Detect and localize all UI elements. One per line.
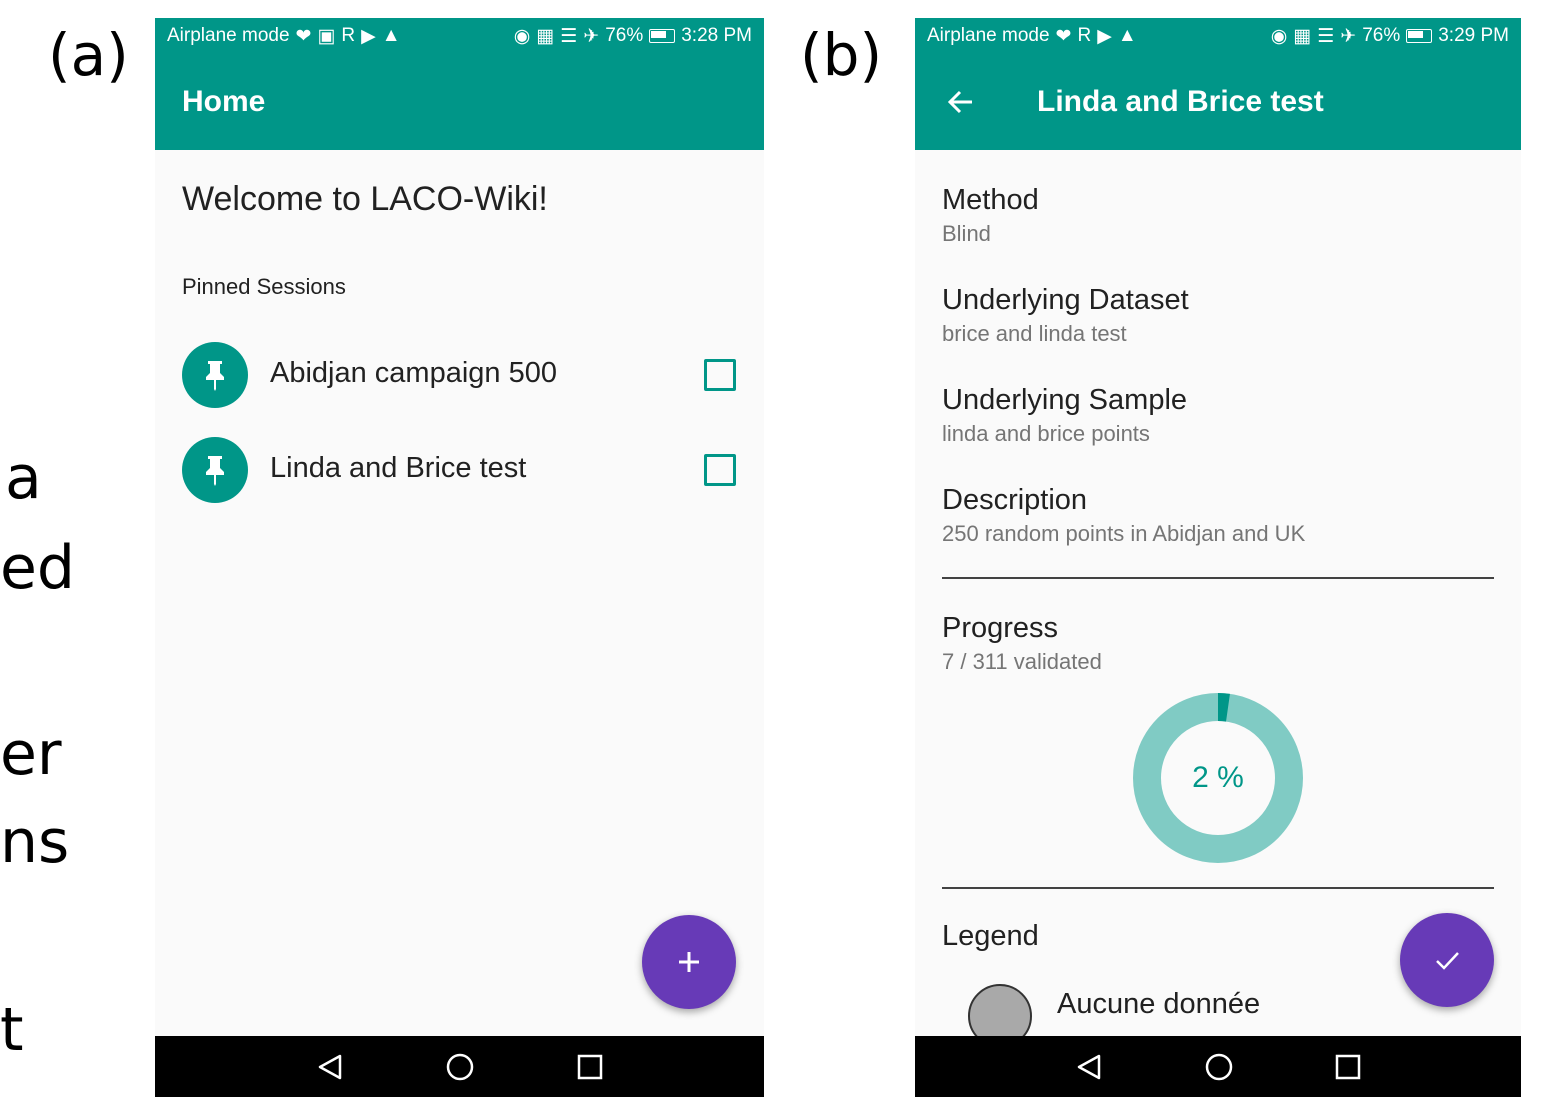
background-text-fragment: t <box>0 995 24 1065</box>
background-text-fragment: er <box>0 719 62 789</box>
heart-icon: ❤ <box>1055 25 1072 47</box>
system-nav-bar <box>915 1036 1521 1097</box>
notification-icon: ▲ <box>1117 25 1137 46</box>
session-label: Linda and Brice test <box>270 452 527 484</box>
session-label: Abidjan campaign 500 <box>270 357 557 389</box>
plus-icon <box>679 952 699 972</box>
heart-icon: ❤ <box>295 25 312 47</box>
back-triangle-icon[interactable] <box>316 1053 344 1081</box>
battery-percent: 76% <box>1362 25 1401 46</box>
field-label: Description <box>942 484 1088 516</box>
progress-field: Progress 7 / 311 validated <box>942 612 1102 675</box>
field-value: Blind <box>942 221 991 246</box>
vibrate-icon: ▦ <box>536 25 555 47</box>
phone-screen-home: Airplane mode ❤ ▣ R ▶ ▲ ◉ ▦ ☰ ✈ 76% 3:28… <box>155 18 764 1097</box>
background-text-fragment: ns <box>0 807 70 877</box>
field-value: 7 / 311 validated <box>942 649 1102 674</box>
field-value: brice and linda test <box>942 321 1127 346</box>
sample-field: Underlying Sample linda and brice points <box>942 384 1187 447</box>
session-checkbox[interactable] <box>704 359 736 391</box>
session-row[interactable]: Abidjan campaign 500 <box>155 335 764 415</box>
pinned-sessions-header: Pinned Sessions <box>182 274 346 299</box>
field-value: linda and brice points <box>942 421 1150 446</box>
figure-label-a: (a) <box>48 21 129 89</box>
legend-title: Legend <box>942 920 1039 952</box>
progress-percent: 2 % <box>1192 761 1244 794</box>
battery-icon <box>1406 29 1433 43</box>
figure-label-b: (b) <box>800 21 883 89</box>
airplane-icon: ✈ <box>1340 25 1357 47</box>
image-icon: ▣ <box>317 25 336 47</box>
field-label: Method <box>942 184 1039 216</box>
system-nav-bar <box>155 1036 764 1097</box>
r-icon: R <box>341 25 356 46</box>
back-triangle-icon[interactable] <box>1075 1053 1103 1081</box>
add-session-button[interactable] <box>642 915 736 1009</box>
status-time: 3:29 PM <box>1438 25 1509 46</box>
status-bar: Airplane mode ❤ R ▶ ▲ ◉ ▦ ☰ ✈ 76% 3:29 P… <box>915 18 1521 54</box>
pin-icon <box>182 342 248 408</box>
divider <box>942 577 1494 579</box>
recents-square-icon[interactable] <box>1335 1054 1361 1080</box>
battery-icon <box>649 29 676 43</box>
progress-donut: 2 % <box>1132 692 1304 864</box>
divider <box>942 887 1494 889</box>
background-text-fragment: ed <box>0 533 75 603</box>
r-icon: R <box>1077 25 1092 46</box>
play-icon: ▶ <box>361 25 376 47</box>
validate-button[interactable] <box>1400 913 1494 1007</box>
airplane-icon: ✈ <box>583 25 600 47</box>
session-checkbox[interactable] <box>704 454 736 486</box>
dataset-field: Underlying Dataset brice and linda test <box>942 284 1189 347</box>
notification-icon: ▲ <box>381 25 401 46</box>
play-icon: ▶ <box>1097 25 1112 47</box>
page-title: Home <box>182 85 266 118</box>
field-label: Progress <box>942 612 1059 644</box>
status-bar: Airplane mode ❤ ▣ R ▶ ▲ ◉ ▦ ☰ ✈ 76% 3:28… <box>155 18 764 54</box>
wifi-icon: ☰ <box>1317 25 1335 47</box>
field-label: Underlying Sample <box>942 384 1188 416</box>
home-circle-icon[interactable] <box>445 1052 475 1082</box>
nfc-icon: ◉ <box>513 25 531 47</box>
session-row[interactable]: Linda and Brice test <box>155 430 764 510</box>
method-field: Method Blind <box>942 184 1039 247</box>
check-icon <box>1436 952 1459 970</box>
back-arrow-icon[interactable] <box>946 87 976 117</box>
welcome-heading: Welcome to LACO-Wiki! <box>182 180 548 218</box>
app-bar: Home <box>155 54 764 150</box>
home-circle-icon[interactable] <box>1204 1052 1234 1082</box>
recents-square-icon[interactable] <box>577 1054 603 1080</box>
description-field: Description 250 random points in Abidjan… <box>942 484 1305 547</box>
airplane-mode-text: Airplane mode <box>927 25 1050 46</box>
phone-screen-session-detail: Airplane mode ❤ R ▶ ▲ ◉ ▦ ☰ ✈ 76% 3:29 P… <box>915 18 1521 1097</box>
app-bar: Linda and Brice test <box>915 54 1521 150</box>
vibrate-icon: ▦ <box>1293 25 1312 47</box>
airplane-mode-text: Airplane mode <box>167 25 290 46</box>
background-text-fragment: a <box>5 443 42 513</box>
legend-item-label: Aucune donnée <box>1057 988 1261 1020</box>
status-time: 3:28 PM <box>681 25 752 46</box>
battery-percent: 76% <box>605 25 644 46</box>
nfc-icon: ◉ <box>1270 25 1288 47</box>
pin-icon <box>182 437 248 503</box>
field-value: 250 random points in Abidjan and UK <box>942 521 1306 546</box>
wifi-icon: ☰ <box>560 25 578 47</box>
field-label: Underlying Dataset <box>942 284 1189 316</box>
page-title: Linda and Brice test <box>1037 85 1324 118</box>
